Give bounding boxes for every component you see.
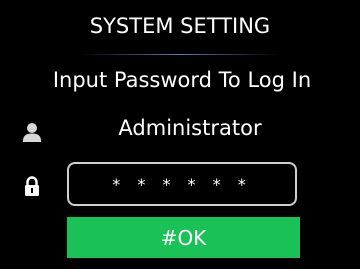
username-label: Administrator	[118, 116, 262, 140]
password-input[interactable]: * * * * * *	[67, 162, 297, 206]
login-prompt: Input Password To Log In	[52, 68, 312, 92]
lock-icon	[20, 174, 44, 198]
ok-button[interactable]: #OK	[67, 217, 300, 258]
user-icon	[20, 120, 44, 144]
login-screen: SYSTEM SETTING Input Password To Log In …	[0, 0, 360, 269]
page-title: SYSTEM SETTING	[89, 14, 271, 38]
title-divider	[80, 54, 280, 55]
